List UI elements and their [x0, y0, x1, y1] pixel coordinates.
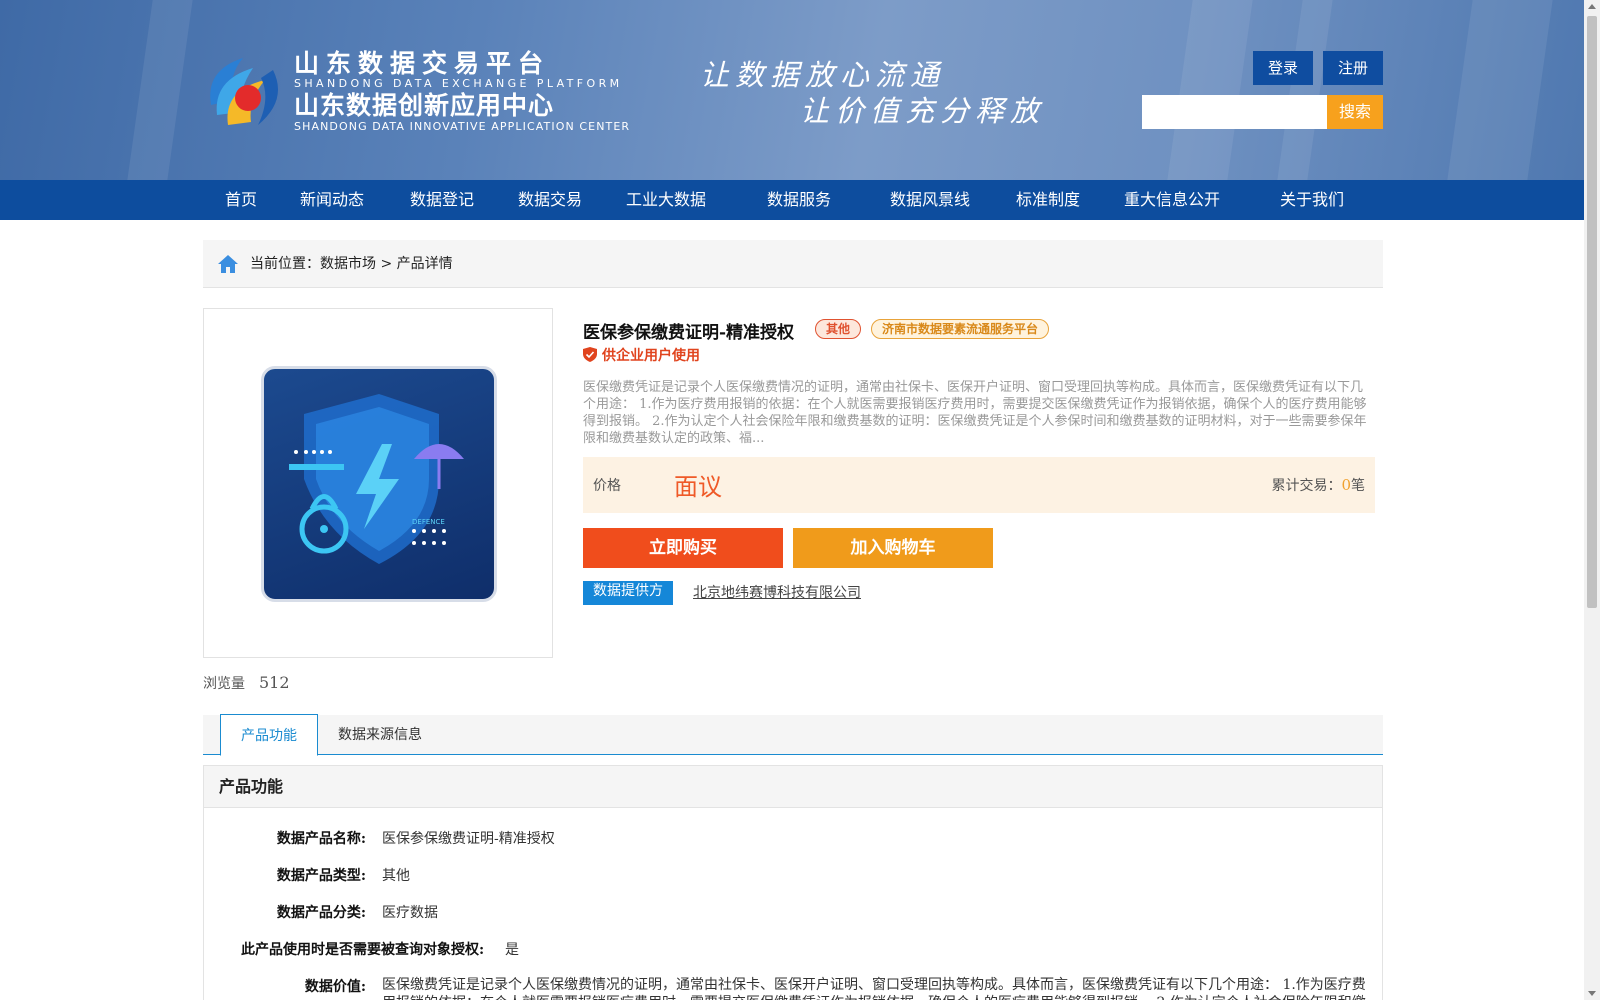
add-to-cart-button[interactable]: 加入购物车 — [793, 528, 993, 568]
nav-item-home[interactable]: 首页 — [225, 180, 257, 220]
nav-item-news[interactable]: 新闻动态 — [300, 180, 364, 220]
nav-item-registration[interactable]: 数据登记 — [410, 180, 474, 220]
enterprise-only-text: 供企业用户使用 — [602, 348, 700, 364]
search-button[interactable]: 搜索 — [1327, 95, 1383, 129]
image-defence-text: DEFENCE — [412, 518, 445, 526]
provider-label: 数据提供方 — [583, 581, 673, 605]
detail-key: 数据产品类型: — [276, 868, 366, 884]
views-value: 512 — [259, 673, 290, 692]
login-button[interactable]: 登录 — [1253, 51, 1313, 85]
register-button[interactable]: 注册 — [1323, 51, 1383, 85]
shield-check-icon — [583, 347, 597, 362]
trade-label: 累计交易： — [1271, 478, 1342, 494]
page-scrollbar[interactable] — [1584, 0, 1600, 1000]
center-title-cn: 山东数据创新应用中心 — [294, 91, 555, 120]
price-value: 面议 — [674, 473, 722, 501]
nav-item-industrial-data[interactable]: 工业大数据 — [626, 180, 706, 220]
panel-heading: 产品功能 — [204, 766, 1382, 808]
search-input[interactable] — [1142, 95, 1328, 129]
security-shield-illustration-icon: DEFENCE — [289, 394, 464, 564]
product-image-frame: DEFENCE — [203, 308, 553, 658]
detail-key: 数据价值: — [304, 979, 366, 995]
nav-item-standards[interactable]: 标准制度 — [1016, 180, 1080, 220]
detail-row-value: 数据价值: 医保缴费凭证是记录个人医保缴费情况的证明，通常由社保卡、医保开户证明… — [204, 976, 1384, 1000]
platform-name: 山东数据交易平台 SHANDONG DATA EXCHANGE PLATFORM… — [294, 50, 630, 133]
trade-count: 累计交易：0笔 — [1271, 475, 1365, 495]
detail-value: 是 — [505, 942, 519, 958]
nav-item-trading[interactable]: 数据交易 — [518, 180, 582, 220]
trade-count-value: 0 — [1341, 476, 1351, 494]
detail-key: 此产品使用时是否需要被查询对象授权: — [241, 942, 485, 958]
scroll-up-arrow-icon[interactable] — [1588, 4, 1596, 9]
detail-key: 数据产品分类: — [276, 905, 366, 921]
detail-tabs: 产品功能 数据来源信息 — [203, 714, 1383, 756]
trade-unit: 笔 — [1351, 478, 1365, 494]
detail-value: 医保缴费凭证是记录个人医保缴费情况的证明，通常由社保卡、医保开户证明、窗口受理回… — [382, 977, 1366, 1000]
product-function-panel: 产品功能 数据产品名称: 医保参保缴费证明-精准授权 数据产品类型: 其他 数据… — [203, 765, 1383, 1000]
detail-row-category: 数据产品分类: 医疗数据 — [204, 902, 1384, 922]
header-decoration — [1447, 0, 1553, 180]
nav-item-data-landscape[interactable]: 数据风景线 — [890, 180, 970, 220]
buy-now-button[interactable]: 立即购买 — [583, 528, 783, 568]
detail-row-name: 数据产品名称: 医保参保缴费证明-精准授权 — [204, 828, 1384, 848]
slogan-line-2: 让价值充分释放 — [800, 94, 1046, 128]
breadcrumb-text[interactable]: 当前位置：数据市场 > 产品详情 — [250, 254, 453, 274]
home-icon[interactable] — [217, 254, 239, 274]
detail-key: 数据产品名称: — [276, 831, 366, 847]
views-label: 浏览量 — [203, 676, 245, 692]
detail-value: 其他 — [382, 868, 410, 884]
header-decoration — [1167, 0, 1253, 180]
nav-item-disclosure[interactable]: 重大信息公开 — [1124, 180, 1220, 220]
nav-item-about[interactable]: 关于我们 — [1280, 180, 1344, 220]
center-title-en: SHANDONG DATA INNOVATIVE APPLICATION CEN… — [294, 120, 631, 133]
enterprise-only-badge: 供企业用户使用 — [583, 345, 700, 365]
nav-item-data-service[interactable]: 数据服务 — [767, 180, 831, 220]
price-box: 价格 面议 累计交易：0笔 — [583, 457, 1375, 513]
tab-data-source[interactable]: 数据来源信息 — [338, 715, 422, 756]
provider-link[interactable]: 北京地纬赛博科技有限公司 — [693, 582, 861, 602]
platform-title-en: SHANDONG DATA EXCHANGE PLATFORM — [294, 77, 623, 90]
scroll-down-arrow-icon[interactable] — [1588, 991, 1596, 996]
view-count: 浏览量 512 — [203, 673, 290, 693]
detail-row-authorization: 此产品使用时是否需要被查询对象授权: 是 — [204, 939, 1384, 959]
platform-logo-icon[interactable] — [203, 50, 285, 132]
main-nav: 首页 新闻动态 数据登记 数据交易 工业大数据 数据服务 数据风景线 标准制度 … — [0, 180, 1584, 220]
platform-tag: 济南市数据要素流通服务平台 — [871, 319, 1050, 339]
header-decoration — [1277, 0, 1333, 180]
scrollbar-thumb[interactable] — [1587, 16, 1597, 608]
platform-title-cn: 山东数据交易平台 — [294, 49, 551, 78]
site-header: 山东数据交易平台 SHANDONG DATA EXCHANGE PLATFORM… — [0, 0, 1584, 180]
detail-row-type: 数据产品类型: 其他 — [204, 865, 1384, 885]
product-type-tag: 其他 — [815, 319, 862, 339]
product-description: 医保缴费凭证是记录个人医保缴费情况的证明，通常由社保卡、医保开户证明、窗口受理回… — [583, 380, 1367, 446]
product-image: DEFENCE — [261, 366, 497, 602]
breadcrumb: 当前位置：数据市场 > 产品详情 — [203, 240, 1383, 288]
tab-product-function[interactable]: 产品功能 — [220, 714, 318, 756]
detail-value: 医疗数据 — [382, 905, 438, 921]
price-label: 价格 — [593, 478, 621, 494]
detail-value: 医保参保缴费证明-精准授权 — [382, 831, 555, 847]
header-decoration — [127, 0, 193, 180]
product-title: 医保参保缴费证明-精准授权 — [583, 323, 795, 343]
